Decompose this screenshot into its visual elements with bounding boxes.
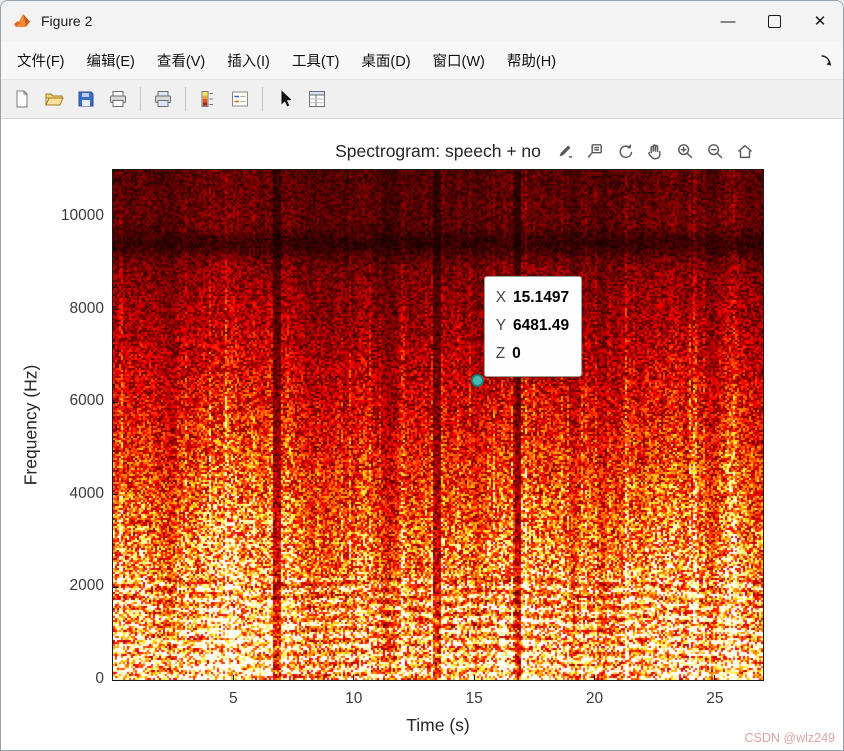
y-tick-mark: [113, 679, 118, 681]
datatip-row-x: X 15.1497: [496, 284, 569, 312]
datatip-icon: [587, 144, 602, 158]
titlebar[interactable]: Figure 2 — ✕: [1, 1, 843, 41]
datatip-z-label: Z: [495, 345, 506, 363]
zoom-in-icon: [678, 144, 693, 159]
close-button[interactable]: ✕: [797, 1, 843, 41]
datatip-y-label: Y: [495, 317, 507, 335]
matlab-icon: [14, 14, 30, 27]
print-preview-icon: [155, 91, 171, 107]
toolbar-separator: [140, 87, 141, 111]
x-tick-mark: [593, 675, 595, 680]
axes-rotate-button[interactable]: [612, 138, 638, 164]
menu-item-help[interactable]: 帮助(H): [497, 45, 566, 76]
open-folder-icon: [45, 93, 64, 106]
y-tick-mark: [113, 216, 118, 218]
edit-plot-button[interactable]: [270, 85, 300, 113]
datatip-marker[interactable]: [471, 373, 485, 387]
pan-hand-icon: [648, 144, 661, 160]
figure-area: Spectrogram: speech + no Frequency (Hz) …: [1, 119, 843, 750]
menubar: 文件(F) 编辑(E) 查看(V) 插入(I) 工具(T) 桌面(D) 窗口(W) 帮助(H): [1, 41, 843, 80]
datatip[interactable]: X 15.1497 Y 6481.49 Z0: [483, 276, 583, 378]
property-inspector-button[interactable]: [302, 85, 332, 113]
figure-window: Figure 2 — ✕ 文件(F) 编辑(E) 查看(V) 插入(I) 工具(T) 桌面…: [0, 0, 844, 751]
y-tick-mark: [113, 309, 118, 311]
y-tick-label: 2000: [69, 577, 104, 595]
printer-icon: [110, 91, 126, 107]
datatip-x-value: 15.1497: [513, 289, 570, 307]
colorbar-icon: [201, 91, 213, 107]
open-file-button[interactable]: [39, 85, 69, 113]
x-tick-label: 10: [345, 690, 363, 707]
x-tick-label: 5: [229, 690, 238, 707]
print-preview-button[interactable]: [148, 85, 178, 113]
x-tick-label: 25: [706, 690, 724, 707]
minimize-button[interactable]: —: [705, 1, 751, 41]
datatip-row-y: Y 6481.49: [496, 312, 569, 340]
new-document-icon: [16, 90, 28, 108]
pencil-icon: [559, 145, 573, 158]
new-figure-button[interactable]: [7, 85, 37, 113]
legend-icon: [232, 91, 248, 107]
axes-restore-view-button[interactable]: [732, 138, 758, 164]
x-axis-label: Time (s): [406, 715, 470, 735]
menu-item-view[interactable]: 查看(V): [147, 45, 215, 76]
axes-pan-button[interactable]: [642, 138, 668, 164]
rotate-icon: [619, 144, 633, 159]
axes-edit-button[interactable]: [552, 138, 578, 164]
menu-item-window[interactable]: 窗口(W): [423, 45, 495, 76]
axes-datatip-button[interactable]: [582, 138, 608, 164]
y-tick-label: 8000: [69, 299, 104, 317]
x-tick-mark: [714, 675, 716, 680]
x-tick-mark: [353, 675, 355, 680]
datatip-row-z: Z0: [496, 340, 569, 368]
menu-item-file[interactable]: 文件(F): [7, 45, 75, 76]
save-floppy-icon: [78, 91, 94, 107]
menu-item-insert[interactable]: 插入(I): [217, 45, 280, 76]
y-tick-label: 6000: [69, 392, 104, 410]
insert-legend-button[interactable]: [225, 85, 255, 113]
y-tick-mark: [113, 401, 118, 403]
window-title: Figure 2: [41, 13, 93, 29]
menubar-items: 文件(F) 编辑(E) 查看(V) 插入(I) 工具(T) 桌面(D) 窗口(W) 帮助(H): [7, 45, 819, 76]
axes-zoom-out-button[interactable]: [702, 138, 728, 164]
spectrogram-plot[interactable]: [112, 169, 764, 681]
save-figure-button[interactable]: [71, 85, 101, 113]
property-inspector-icon: [309, 91, 325, 107]
axes-zoom-in-button[interactable]: [672, 138, 698, 164]
y-tick-mark: [113, 494, 118, 496]
y-tick-label: 10000: [60, 207, 104, 225]
axes-toolbar: [549, 137, 761, 165]
maximize-button[interactable]: [751, 1, 797, 41]
x-tick-mark: [232, 675, 234, 680]
menu-item-desktop[interactable]: 桌面(D): [351, 45, 420, 76]
figure-toolbar: [1, 80, 843, 119]
x-tick-label: 20: [585, 690, 604, 707]
y-tick-mark: [113, 586, 118, 588]
zoom-out-icon: [708, 144, 723, 159]
insert-colorbar-button[interactable]: [193, 85, 223, 113]
y-axis-label: Frequency (Hz): [20, 364, 41, 486]
toolbar-separator: [262, 87, 263, 111]
maximize-icon: [767, 14, 781, 28]
pointer-arrow-icon: [281, 90, 292, 107]
datatip-y-value: 6481.49: [513, 317, 570, 335]
print-figure-button[interactable]: [103, 85, 133, 113]
y-tick-label: 0: [95, 670, 104, 687]
menu-item-edit[interactable]: 编辑(E): [77, 45, 145, 76]
x-tick-label: 15: [465, 690, 483, 707]
menu-item-tools[interactable]: 工具(T): [282, 45, 350, 76]
datatip-x-label: X: [495, 289, 507, 307]
y-tick-label: 4000: [69, 484, 104, 502]
dock-figure-arrow-icon[interactable]: [819, 53, 833, 67]
x-tick-mark: [473, 675, 475, 680]
home-icon: [737, 144, 753, 159]
toolbar-separator: [185, 87, 186, 111]
watermark: CSDN @wlz249: [744, 731, 836, 745]
datatip-z-value: 0: [512, 345, 521, 363]
